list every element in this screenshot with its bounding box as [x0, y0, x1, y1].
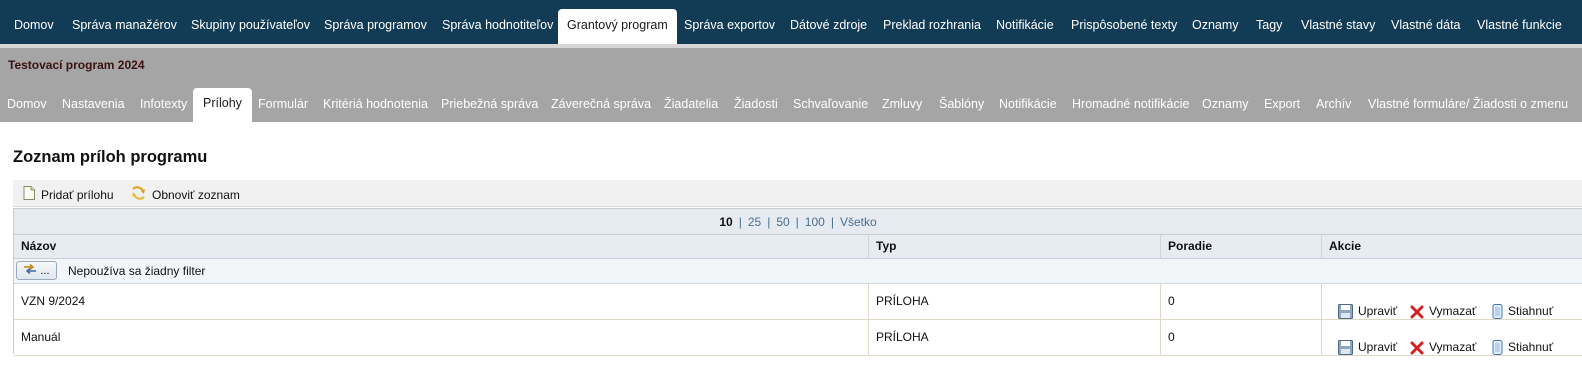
- page-size-all[interactable]: Všetko: [840, 215, 877, 229]
- pager-separator: |: [795, 215, 799, 229]
- cell-actions: Upraviť Vymazať Stiahnuť: [1321, 320, 1582, 356]
- sub-tab-schvalovanie[interactable]: Schvaľovanie: [793, 97, 868, 111]
- delete-x-icon: [1410, 341, 1424, 354]
- top-tab-datove-zdroje[interactable]: Dátové zdroje: [790, 9, 867, 44]
- pager-separator: |: [738, 215, 742, 229]
- top-tab-preklad-rozhrania[interactable]: Preklad rozhrania: [883, 9, 981, 44]
- sub-tab-nastavenia[interactable]: Nastavenia: [62, 97, 125, 111]
- top-tab-vlastne-funkcie[interactable]: Vlastné funkcie: [1477, 9, 1562, 44]
- table-header: Názov Typ Poradie Akcie: [14, 235, 1582, 259]
- download-file-icon: [1492, 340, 1503, 355]
- sub-tab-zaverecna-sprava[interactable]: Záverečná správa: [551, 97, 651, 111]
- cell-type: PRÍLOHA: [868, 284, 1160, 320]
- column-header-nazov[interactable]: Názov: [14, 235, 868, 259]
- top-tab-vlastne-data[interactable]: Vlastné dáta: [1391, 9, 1461, 44]
- delete-button[interactable]: Vymazať: [1410, 330, 1476, 365]
- sub-tab-formular[interactable]: Formulár: [258, 97, 308, 111]
- refresh-list-button[interactable]: Obnoviť zoznam: [131, 186, 240, 203]
- filter-status-text: Nepoužíva sa žiadny filter: [68, 264, 206, 278]
- refresh-icon: [131, 186, 146, 203]
- save-disk-icon: [1338, 304, 1353, 319]
- download-button[interactable]: Stiahnuť: [1492, 330, 1553, 365]
- sub-tab-domov[interactable]: Domov: [7, 97, 47, 111]
- attachments-grid: 10 | 25 | 50 | 100 | Všetko Názov Typ Poradie Ak…: [13, 208, 1582, 356]
- page-title: Zoznam príloh programu: [13, 148, 208, 166]
- program-bar: Testovací program 2024 Domov Nastavenia …: [0, 48, 1582, 122]
- save-disk-icon: [1338, 340, 1353, 355]
- cell-order: 0: [1160, 284, 1321, 320]
- grid-toolbar: Pridať prílohu Obnoviť zoznam: [13, 180, 1582, 207]
- page-size-pager: 10 | 25 | 50 | 100 | Všetko: [14, 209, 1582, 235]
- table-row: VZN 9/2024 PRÍLOHA 0 Upraviť Vymazať Sti…: [14, 284, 1582, 320]
- edit-button[interactable]: Upraviť: [1338, 330, 1397, 365]
- cell-name: Manuál: [21, 330, 61, 344]
- sub-tab-zmluvy[interactable]: Zmluvy: [882, 97, 922, 111]
- delete-x-icon: [1410, 305, 1424, 318]
- sub-tab-vlastne-formulare[interactable]: Vlastné formuláre/ Žiadosti o zmenu: [1368, 97, 1568, 111]
- page-size-25[interactable]: 25: [748, 215, 761, 229]
- top-tab-sprava-hodnotitelov[interactable]: Správa hodnotiteľov: [442, 9, 553, 44]
- sub-tab-ziadosti[interactable]: Žiadosti: [734, 97, 778, 111]
- download-file-icon: [1492, 304, 1503, 319]
- top-tab-sprava-manazerov[interactable]: Správa manažérov: [72, 9, 177, 44]
- sub-tab-ziadatelia[interactable]: Žiadatelia: [664, 97, 718, 111]
- top-tab-vlastne-stavy[interactable]: Vlastné stavy: [1301, 9, 1375, 44]
- cell-order: 0: [1160, 320, 1321, 356]
- cell-actions: Upraviť Vymazať Stiahnuť: [1321, 284, 1582, 320]
- filter-arrows-icon: [23, 263, 37, 277]
- download-label: Stiahnuť: [1508, 340, 1554, 354]
- column-header-typ[interactable]: Typ: [868, 235, 1160, 259]
- sub-tab-prilohy[interactable]: Prílohy: [193, 88, 252, 122]
- sub-tab-kriteria-hodnotenia[interactable]: Kritériá hodnotenia: [323, 97, 428, 111]
- edit-label: Upraviť: [1358, 340, 1398, 354]
- add-attachment-label: Pridať prílohu: [41, 187, 114, 202]
- program-title: Testovací program 2024: [8, 58, 145, 72]
- add-attachment-button[interactable]: Pridať prílohu: [23, 186, 114, 203]
- sub-tab-export[interactable]: Export: [1264, 97, 1300, 111]
- refresh-list-label: Obnoviť zoznam: [152, 187, 240, 202]
- top-tab-prisposobene-texty[interactable]: Prispôsobené texty: [1071, 9, 1177, 44]
- sub-tab-priebezna-sprava[interactable]: Priebežná správa: [441, 97, 538, 111]
- sub-tab-sablony[interactable]: Šablóny: [939, 97, 984, 111]
- top-tab-grantovy-program[interactable]: Grantový program: [558, 9, 677, 44]
- sub-tab-notifikacie[interactable]: Notifikácie: [999, 97, 1057, 111]
- top-tab-domov[interactable]: Domov: [14, 9, 54, 44]
- pager-separator: |: [830, 215, 834, 229]
- top-tab-tagy[interactable]: Tagy: [1256, 9, 1282, 44]
- filter-row: ... Nepoužíva sa žiadny filter: [14, 259, 1582, 284]
- sub-tab-oznamy[interactable]: Oznamy: [1202, 97, 1249, 111]
- top-tab-notifikacie[interactable]: Notifikácie: [996, 9, 1054, 44]
- table-row: Manuál PRÍLOHA 0 Upraviť Vymazať Stiahnu…: [14, 320, 1582, 356]
- column-header-poradie[interactable]: Poradie: [1160, 235, 1321, 259]
- top-tab-skupiny-pouzivatelov[interactable]: Skupiny používateľov: [191, 9, 310, 44]
- new-document-icon: [23, 186, 35, 203]
- pager-separator: |: [767, 215, 771, 229]
- top-navigation: Domov Správa manažérov Skupiny používate…: [0, 0, 1582, 44]
- filter-button[interactable]: ...: [16, 261, 57, 280]
- column-header-akcie: Akcie: [1321, 235, 1582, 259]
- cell-name: VZN 9/2024: [21, 294, 86, 308]
- sub-tab-hromadne-notifikacie[interactable]: Hromadné notifikácie: [1072, 97, 1189, 111]
- page-size-100[interactable]: 100: [805, 215, 825, 229]
- sub-tab-infotexty[interactable]: Infotexty: [140, 97, 187, 111]
- page-size-10[interactable]: 10: [719, 215, 732, 229]
- cell-type: PRÍLOHA: [868, 320, 1160, 356]
- filter-button-label: ...: [40, 264, 50, 277]
- top-tab-sprava-exportov[interactable]: Správa exportov: [684, 9, 775, 44]
- sub-tab-archiv[interactable]: Archív: [1316, 97, 1351, 111]
- top-tab-sprava-programov[interactable]: Správa programov: [324, 9, 427, 44]
- delete-label: Vymazať: [1429, 340, 1477, 354]
- top-tab-oznamy[interactable]: Oznamy: [1192, 9, 1239, 44]
- page-size-50[interactable]: 50: [776, 215, 789, 229]
